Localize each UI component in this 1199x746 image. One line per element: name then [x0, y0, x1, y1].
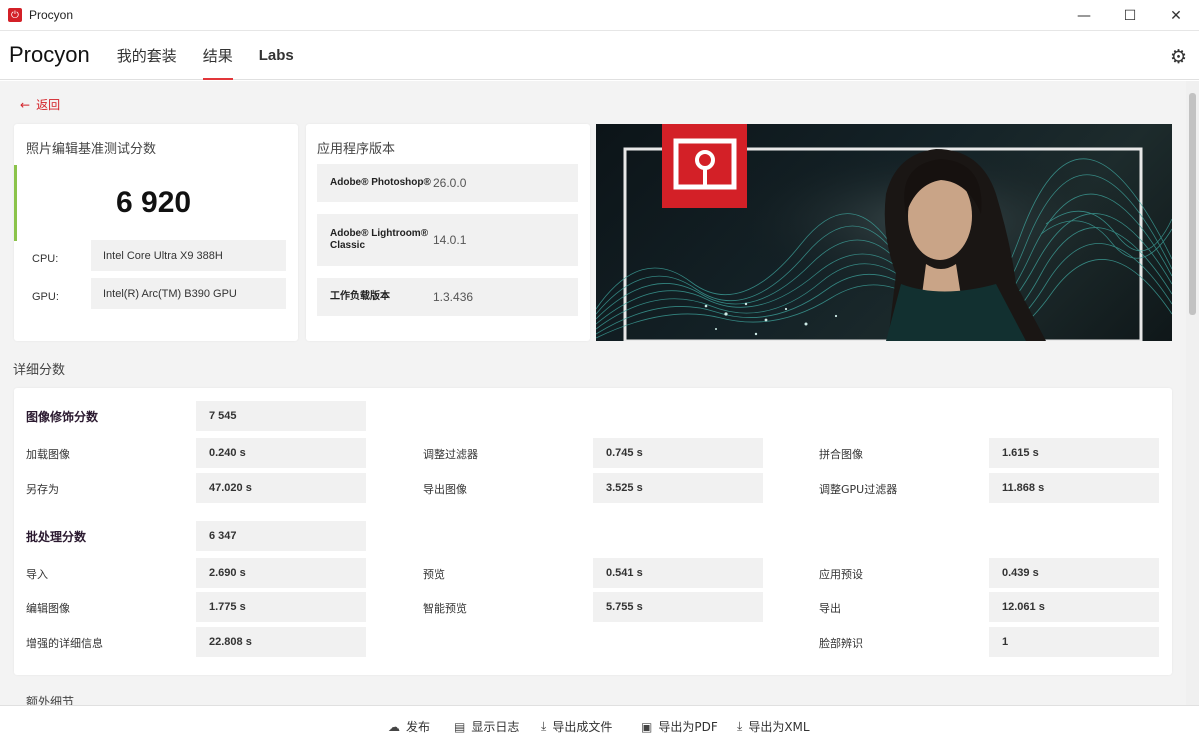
- publish-button[interactable]: ☁ 发布: [388, 718, 430, 735]
- app-version-card: 应用程序版本 Adobe® Photoshop® 26.0.0 Adobe® L…: [306, 124, 590, 341]
- vertical-scrollbar[interactable]: [1186, 81, 1199, 705]
- metric-value: 0.240 s: [196, 438, 366, 468]
- show-log-button[interactable]: ▤ 显示日志: [454, 718, 519, 735]
- tab-labs[interactable]: Labs: [259, 31, 294, 80]
- tab-results[interactable]: 结果: [202, 31, 233, 80]
- metric-label: 脸部辨识: [819, 637, 863, 650]
- score-card-title: 照片编辑基准测试分数: [26, 142, 157, 157]
- title-bar: ⏻ Procyon — ☐ ✕: [0, 0, 1199, 31]
- metric-value: 12.061 s: [989, 592, 1159, 622]
- metric-value: 11.868 s: [989, 473, 1159, 503]
- benchmark-hero-image: [596, 124, 1172, 341]
- metric-label: 拼合图像: [819, 448, 863, 461]
- brand-title: Procyon: [9, 42, 90, 67]
- metric-label: 预览: [423, 568, 445, 581]
- version-row: 工作负载版本 1.3.436: [317, 278, 578, 316]
- export-file-button[interactable]: ⤓ 导出成文件: [541, 718, 612, 735]
- batch-score-label: 批处理分数: [26, 530, 87, 544]
- metric-label: 应用预设: [819, 568, 863, 581]
- metric-label: 加载图像: [26, 448, 70, 461]
- detailed-scores-title: 详细分数: [13, 363, 66, 378]
- metric-value: 2.690 s: [196, 558, 366, 588]
- bottom-toolbar: ☁ 发布 ▤ 显示日志 ⤓ 导出成文件 ▣ 导出为PDF ⤓ 导出为XML: [0, 705, 1199, 746]
- metric-value: 0.541 s: [593, 558, 763, 588]
- retouch-score-value: 7 545: [196, 401, 366, 431]
- window-title: Procyon: [29, 8, 74, 22]
- version-value: 26.0.0: [433, 176, 467, 190]
- version-name: 工作负载版本: [330, 291, 390, 302]
- version-name: Adobe® Lightroom® Classic: [330, 228, 429, 251]
- metric-value: 47.020 s: [196, 473, 366, 503]
- version-name: Adobe® Photoshop®: [330, 177, 431, 188]
- overall-score: 6 920: [116, 186, 192, 219]
- app-version-title: 应用程序版本: [317, 142, 396, 157]
- gear-icon[interactable]: ⚙: [1170, 46, 1187, 68]
- version-value: 14.0.1: [433, 233, 467, 247]
- show-log-label: 显示日志: [471, 720, 520, 734]
- tab-my-suites[interactable]: 我的套装: [117, 31, 177, 80]
- export-pdf-label: 导出为PDF: [658, 720, 718, 734]
- download-icon: ⤓: [541, 719, 547, 733]
- minimize-button[interactable]: —: [1061, 0, 1107, 31]
- retouch-score-label: 图像修饰分数: [26, 410, 99, 424]
- app-logo-icon: ⏻: [8, 8, 22, 22]
- version-value: 1.3.436: [433, 290, 474, 304]
- metric-label: 导出图像: [423, 483, 467, 496]
- gpu-label: GPU:: [32, 291, 59, 303]
- maximize-button[interactable]: ☐: [1107, 0, 1153, 31]
- metric-label: 编辑图像: [26, 602, 70, 615]
- metric-value: 1: [989, 627, 1159, 657]
- metric-value: 3.525 s: [593, 473, 763, 503]
- metric-label: 导入: [26, 568, 48, 581]
- batch-score-value: 6 347: [196, 521, 366, 551]
- save-icon: ▣: [641, 719, 653, 734]
- close-button[interactable]: ✕: [1153, 0, 1199, 31]
- detailed-scores-card: 图像修饰分数 7 545 加载图像 0.240 s 调整过滤器 0.745 s …: [14, 388, 1172, 675]
- extra-details-title: 额外细节: [26, 695, 75, 705]
- gpu-value: Intel(R) Arc(TM) B390 GPU: [91, 278, 286, 309]
- metric-value: 0.745 s: [593, 438, 763, 468]
- hero-illustration: [596, 124, 1172, 341]
- nav-bar: Procyon 我的套装 结果 Labs ⚙: [0, 31, 1199, 80]
- metric-label: 另存为: [26, 483, 59, 496]
- document-icon: ▤: [454, 719, 466, 734]
- metric-label: 智能预览: [423, 602, 467, 615]
- version-row: Adobe® Photoshop® 26.0.0: [317, 164, 578, 202]
- back-label: 返回: [36, 98, 61, 112]
- export-xml-label: 导出为XML: [748, 720, 810, 734]
- metric-label: 调整过滤器: [423, 448, 478, 461]
- cpu-label: CPU:: [32, 253, 59, 265]
- scrollbar-thumb[interactable]: [1189, 93, 1196, 315]
- back-link[interactable]: ← 返回: [20, 96, 60, 113]
- metric-label: 增强的详细信息: [26, 637, 103, 650]
- download-icon: ⤓: [737, 719, 743, 733]
- export-pdf-button[interactable]: ▣ 导出为PDF: [641, 718, 718, 735]
- metric-value: 0.439 s: [989, 558, 1159, 588]
- metric-value: 5.755 s: [593, 592, 763, 622]
- cpu-value: Intel Core Ultra X9 388H: [91, 240, 286, 271]
- metric-value: 1.615 s: [989, 438, 1159, 468]
- export-file-label: 导出成文件: [552, 720, 613, 734]
- metric-value: 1.775 s: [196, 592, 366, 622]
- publish-label: 发布: [406, 720, 431, 734]
- results-content: ← 返回 照片编辑基准测试分数 6 920 CPU: Intel Core Ul…: [0, 81, 1186, 705]
- score-card: 照片编辑基准测试分数 6 920 CPU: Intel Core Ultra X…: [14, 124, 298, 341]
- export-xml-button[interactable]: ⤓ 导出为XML: [737, 718, 810, 735]
- version-row: Adobe® Lightroom® Classic 14.0.1: [317, 214, 578, 266]
- metric-value: 22.808 s: [196, 627, 366, 657]
- cloud-upload-icon: ☁: [388, 719, 400, 734]
- metric-label: 调整GPU过滤器: [819, 483, 898, 496]
- metric-label: 导出: [819, 602, 841, 615]
- arrow-left-icon: ←: [20, 97, 31, 112]
